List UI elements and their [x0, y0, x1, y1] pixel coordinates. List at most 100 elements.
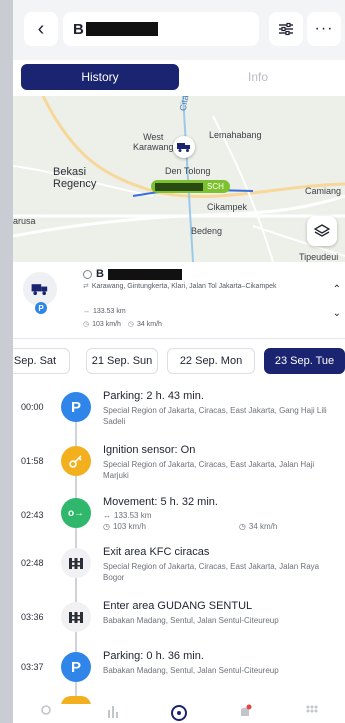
redacted-badge	[155, 182, 203, 191]
location-pin-icon	[41, 705, 51, 715]
redacted-vehicle-name	[107, 268, 182, 280]
key-icon	[61, 446, 91, 476]
event-title: Exit area KFC ciracas	[103, 546, 210, 558]
chevron-down-icon[interactable]: ⌄	[333, 308, 341, 319]
date-chip-23[interactable]: 23 Sep. Tue	[264, 348, 345, 374]
event-title: Enter area GUDANG SENTUL	[103, 600, 253, 612]
event-subtitle: Babakan Madang, Sentul, Jalan Sentul-Cit…	[103, 616, 279, 625]
steering-wheel-icon	[170, 705, 187, 721]
bottom-navigation	[13, 704, 345, 723]
nav-objects[interactable]	[169, 704, 189, 723]
chevron-left-icon: ‹	[37, 17, 45, 40]
redacted-title	[85, 22, 158, 36]
back-button[interactable]: ‹	[24, 12, 58, 46]
status-dot-icon	[83, 269, 92, 279]
area-gate-icon	[61, 602, 91, 632]
date-selector: Sep. Sat 21 Sep. Sun 22 Sep. Mon 23 Sep.…	[13, 348, 345, 374]
map-label-den-tolong: Den Tolong	[165, 166, 211, 176]
event-title: Movement: 5 h. 32 min.	[103, 496, 218, 508]
event-time: 02:48	[21, 558, 44, 568]
more-button[interactable]: ···	[307, 12, 341, 46]
fence-icon	[69, 612, 83, 623]
vehicle-avg-speed: 34 km/h	[137, 320, 162, 328]
map-label-arusa: arusa	[13, 216, 36, 226]
area-gate-icon	[61, 548, 91, 578]
vehicle-address-row: ⇄ Karawang, Gintungkerta, Klari, Jalan T…	[83, 282, 323, 291]
tab-history[interactable]: History	[21, 64, 179, 90]
date-chip-sat[interactable]: Sep. Sat	[13, 348, 70, 374]
event-time: 03:37	[21, 662, 44, 672]
date-chip-21[interactable]: 21 Sep. Sun	[86, 348, 158, 374]
vehicle-title-box: B	[63, 12, 259, 46]
truck-icon	[31, 284, 48, 295]
event-time: 00:00	[21, 402, 44, 412]
sliders-icon	[279, 22, 293, 36]
chevron-up-icon[interactable]: ⌃	[333, 284, 341, 295]
more-horizontal-icon: ···	[314, 20, 334, 37]
movement-icon: o→	[61, 498, 91, 528]
date-chip-22[interactable]: 22 Sep. Mon	[167, 348, 255, 374]
event-subtitle: Special Region of Jakarta, Ciracas, East…	[103, 562, 320, 582]
event-avg-speed: 34 km/h	[248, 522, 278, 531]
event-distance: 133.53 km	[114, 511, 152, 520]
event-speed-row: ◷ 103 km/h ◷ 34 km/h	[103, 521, 339, 532]
map-label-camiang: Camiang	[305, 186, 342, 196]
event-distance-row: ↔ 133.53 km	[103, 510, 339, 521]
map-label-tipeudeui: Tipeudeui	[299, 252, 339, 262]
speedometer-icon: ◷	[238, 522, 246, 531]
parking-status-badge: P	[35, 302, 47, 314]
nav-map[interactable]	[36, 704, 56, 723]
parking-icon: P	[61, 392, 91, 422]
vehicle-speed-row: ◷ 103 km/h ◷ 34 km/h	[83, 320, 162, 329]
event-subtitle: Special Region of Jakarta, Ciracas, East…	[103, 406, 327, 426]
tab-info[interactable]: Info	[179, 64, 337, 90]
filter-button[interactable]	[269, 12, 303, 46]
bell-icon	[241, 704, 252, 716]
event-time: 03:36	[21, 612, 44, 622]
map-layers-button[interactable]	[307, 216, 337, 246]
nav-reports[interactable]	[103, 704, 123, 723]
map-label-cikampek: Cikampek	[207, 202, 248, 212]
vehicle-badge-suffix: SCH	[207, 182, 224, 191]
event-title: Parking: 0 h. 36 min.	[103, 650, 204, 662]
event-time: 01:58	[21, 456, 44, 466]
event-title: Ignition sensor: On	[103, 444, 196, 456]
app-header: ‹ B ···	[13, 0, 345, 60]
layers-icon	[314, 224, 330, 237]
vehicle-map-badge[interactable]: SCH	[151, 180, 230, 193]
vehicle-max-speed: 103 km/h	[92, 320, 121, 328]
distance-icon: ↔	[103, 511, 111, 520]
nav-menu[interactable]	[302, 704, 322, 723]
phone-screen: ‹ B ··· History Info West Karawang Lemah…	[13, 0, 345, 723]
vehicle-map-marker[interactable]	[173, 136, 195, 158]
map-label-bekasi: Bekasi Regency	[53, 166, 97, 190]
event-subtitle: Special Region of Jakarta, Ciracas, East…	[103, 460, 315, 480]
speedometer-icon: ◷	[83, 321, 90, 328]
vehicle-distance-row: ↔ 133.53 km	[83, 308, 126, 315]
view-tabs: History Info	[21, 64, 337, 92]
event-subtitle: Babakan Madang, Sentul, Jalan Sentul-Cit…	[103, 666, 279, 675]
vehicle-avatar	[23, 272, 57, 306]
map-label-lemahabang: Lemahabang	[209, 130, 262, 140]
speedometer-icon: ◷	[103, 522, 110, 531]
vehicle-distance: 133.53 km	[93, 308, 126, 315]
truck-icon	[177, 143, 190, 152]
event-time: 02:43	[21, 510, 44, 520]
event-title: Parking: 2 h. 43 min.	[103, 390, 204, 402]
distance-icon: ↔	[83, 308, 90, 315]
grid-icon	[306, 705, 318, 713]
map-label-west-karawang: West Karawang	[133, 132, 174, 152]
nav-notifications[interactable]	[235, 704, 255, 723]
key-icon	[69, 455, 82, 468]
event-max-speed: 103 km/h	[112, 522, 146, 531]
vehicle-address: Karawang, Gintungkerta, Klari, Jalan Tol…	[91, 283, 277, 290]
speedometer-icon: ◷	[127, 321, 135, 328]
vehicle-name-row: B	[83, 268, 182, 280]
vehicle-card[interactable]: P B ⇄ Karawang, Gintungkerta, Klari, Jal…	[13, 262, 345, 339]
vehicle-name: B	[96, 268, 104, 280]
map-label-bedeng: Bedeng	[191, 226, 223, 236]
fence-icon	[69, 558, 83, 569]
parking-icon: P	[61, 652, 91, 682]
route-icon: ⇄	[83, 283, 89, 290]
map-view[interactable]: West Karawang Lemahabang Bekasi Regency …	[13, 96, 345, 262]
